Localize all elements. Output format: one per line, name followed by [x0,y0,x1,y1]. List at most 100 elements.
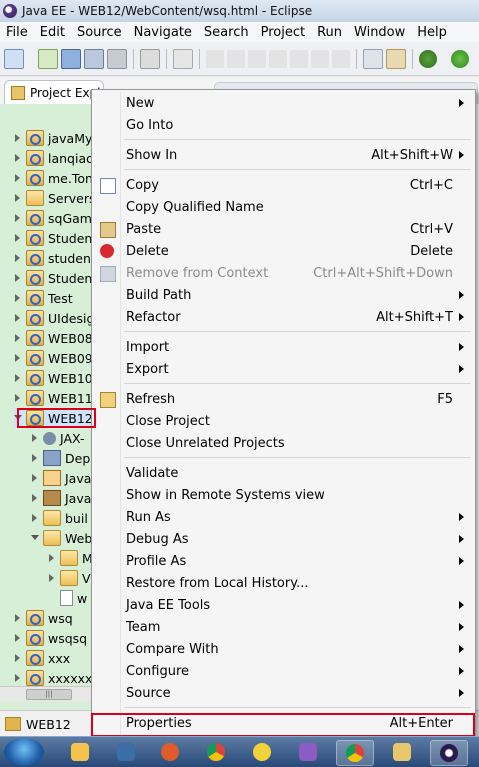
collapsed-arrow-icon[interactable] [14,634,22,642]
tree-item-web08[interactable]: WEB08 [14,328,93,348]
menu-item-close-project[interactable]: Close Project [94,410,473,432]
print-icon[interactable] [107,48,127,69]
tree-item-v[interactable]: V [48,568,91,588]
menu-item-compare-with[interactable]: Compare With [94,638,473,660]
menu-item-run-as[interactable]: Run As [94,506,473,528]
new-dropdown-icon[interactable] [27,50,35,68]
collapsed-arrow-icon[interactable] [14,254,22,262]
menu-project[interactable]: Project [255,25,311,40]
menu-item-validate[interactable]: Validate [94,462,473,484]
menu-item-export[interactable]: Export [94,358,473,380]
collapsed-arrow-icon[interactable] [14,614,22,622]
collapsed-arrow-icon[interactable] [14,674,22,682]
tree-item-web11[interactable]: WEB11 [14,388,93,408]
menu-help[interactable]: Help [411,25,453,40]
tree-item-student[interactable]: student [14,248,96,268]
menu-search[interactable]: Search [198,25,255,40]
menu-item-refresh[interactable]: Refresh F5 [94,388,473,410]
menu-item-go-into[interactable]: Go Into [94,114,473,136]
collapsed-arrow-icon[interactable] [14,274,22,282]
tree-item-lanqiao[interactable]: lanqiao [14,148,94,168]
tree-item-sqgam[interactable]: sqGam [14,208,92,228]
tree-item-buil[interactable]: buil [31,508,88,528]
windows-start-icon[interactable] [4,738,44,766]
task-app-5[interactable] [244,740,280,764]
tree-item-javamy[interactable]: javaMy [14,128,92,148]
menu-item-restore-from-local-history[interactable]: Restore from Local History... [94,572,473,594]
menu-item-profile-as[interactable]: Profile As [94,550,473,572]
resume-icon[interactable] [206,49,224,68]
task-chrome-icon[interactable] [198,740,234,764]
menu-run[interactable]: Run [311,25,348,40]
save-all-icon[interactable] [84,48,104,69]
scrollbar-thumb[interactable]: ||| [26,689,72,700]
tree-item-student[interactable]: Student [14,228,97,248]
tree-item-java[interactable]: Java [31,468,91,488]
menu-item-close-unrelated-projects[interactable]: Close Unrelated Projects [94,432,473,454]
collapsed-arrow-icon[interactable] [14,394,22,402]
skip-breakpoints-icon[interactable] [173,48,193,69]
tab-project-explorer[interactable]: Project Expl [4,80,104,104]
collapsed-arrow-icon[interactable] [14,234,22,242]
tree-item-meton[interactable]: me.Ton [14,168,93,188]
tree-item-m[interactable]: M [48,548,93,568]
collapsed-arrow-icon[interactable] [31,514,39,522]
collapsed-arrow-icon[interactable] [48,594,56,602]
step-return-icon[interactable] [332,49,350,68]
terminal-icon[interactable] [140,48,160,69]
disconnect-icon[interactable] [269,49,287,68]
expanded-arrow-icon[interactable] [31,534,39,542]
tree-item-wsq[interactable]: wsq [14,608,73,628]
collapsed-arrow-icon[interactable] [14,314,22,322]
collapsed-arrow-icon[interactable] [14,134,22,142]
tree-item-test[interactable]: Test [14,288,73,308]
collapsed-arrow-icon[interactable] [48,574,56,582]
tree-item-wsqsq[interactable]: wsqsq [14,628,87,648]
step-into-icon[interactable] [290,49,308,68]
new-project-icon[interactable] [38,48,58,69]
collapsed-arrow-icon[interactable] [14,334,22,342]
collapsed-arrow-icon[interactable] [14,194,22,202]
collapsed-arrow-icon[interactable] [48,554,56,562]
horizontal-scrollbar[interactable]: ||| [0,686,100,701]
collapsed-arrow-icon[interactable] [14,654,22,662]
tree-item-xxxxxx[interactable]: xxxxxx [14,668,92,688]
menu-item-debug-as[interactable]: Debug As [94,528,473,550]
tree-item-uidesig[interactable]: UIdesig [14,308,94,328]
collapsed-arrow-icon[interactable] [31,474,39,482]
task-app-2[interactable] [108,740,144,764]
menu-item-show-in[interactable]: Show In Alt+Shift+W [94,144,473,166]
suspend-icon[interactable] [227,49,245,68]
task-app-6[interactable] [290,740,326,764]
menu-item-copy-qualified-name[interactable]: Copy Qualified Name [94,196,473,218]
collapsed-arrow-icon[interactable] [14,294,22,302]
menu-item-paste[interactable]: Paste Ctrl+V [94,218,473,240]
menu-window[interactable]: Window [348,25,411,40]
menu-item-new[interactable]: New [94,92,473,114]
task-app-3[interactable] [152,740,188,764]
collapsed-arrow-icon[interactable] [14,154,22,162]
debug-dropdown-icon[interactable] [440,50,448,68]
task-file-explorer-icon[interactable] [384,740,420,764]
open-type-icon[interactable] [386,48,406,69]
menu-source[interactable]: Source [71,25,128,40]
tree-item-jax[interactable]: JAX- [31,428,84,448]
menu-item-build-path[interactable]: Build Path [94,284,473,306]
menu-item-java-ee-tools[interactable]: Java EE Tools [94,594,473,616]
collapsed-arrow-icon[interactable] [14,374,22,382]
tree-item-xxx[interactable]: xxx [14,648,70,668]
task-app-1[interactable] [62,740,98,764]
collapsed-arrow-icon[interactable] [31,494,39,502]
debug-icon[interactable] [419,49,437,68]
tree-item-student[interactable]: Student [14,268,97,288]
menu-item-source[interactable]: Source [94,682,473,704]
run-icon[interactable] [451,49,469,68]
menu-item-configure[interactable]: Configure [94,660,473,682]
tree-item-web10[interactable]: WEB10 [14,368,93,388]
terminate-icon[interactable] [248,49,266,68]
tree-item-dep[interactable]: Dep [31,448,90,468]
menu-item-delete[interactable]: Delete Delete [94,240,473,262]
menu-item-refactor[interactable]: Refactor Alt+Shift+T [94,306,473,328]
menu-item-team[interactable]: Team [94,616,473,638]
menu-navigate[interactable]: Navigate [128,25,198,40]
